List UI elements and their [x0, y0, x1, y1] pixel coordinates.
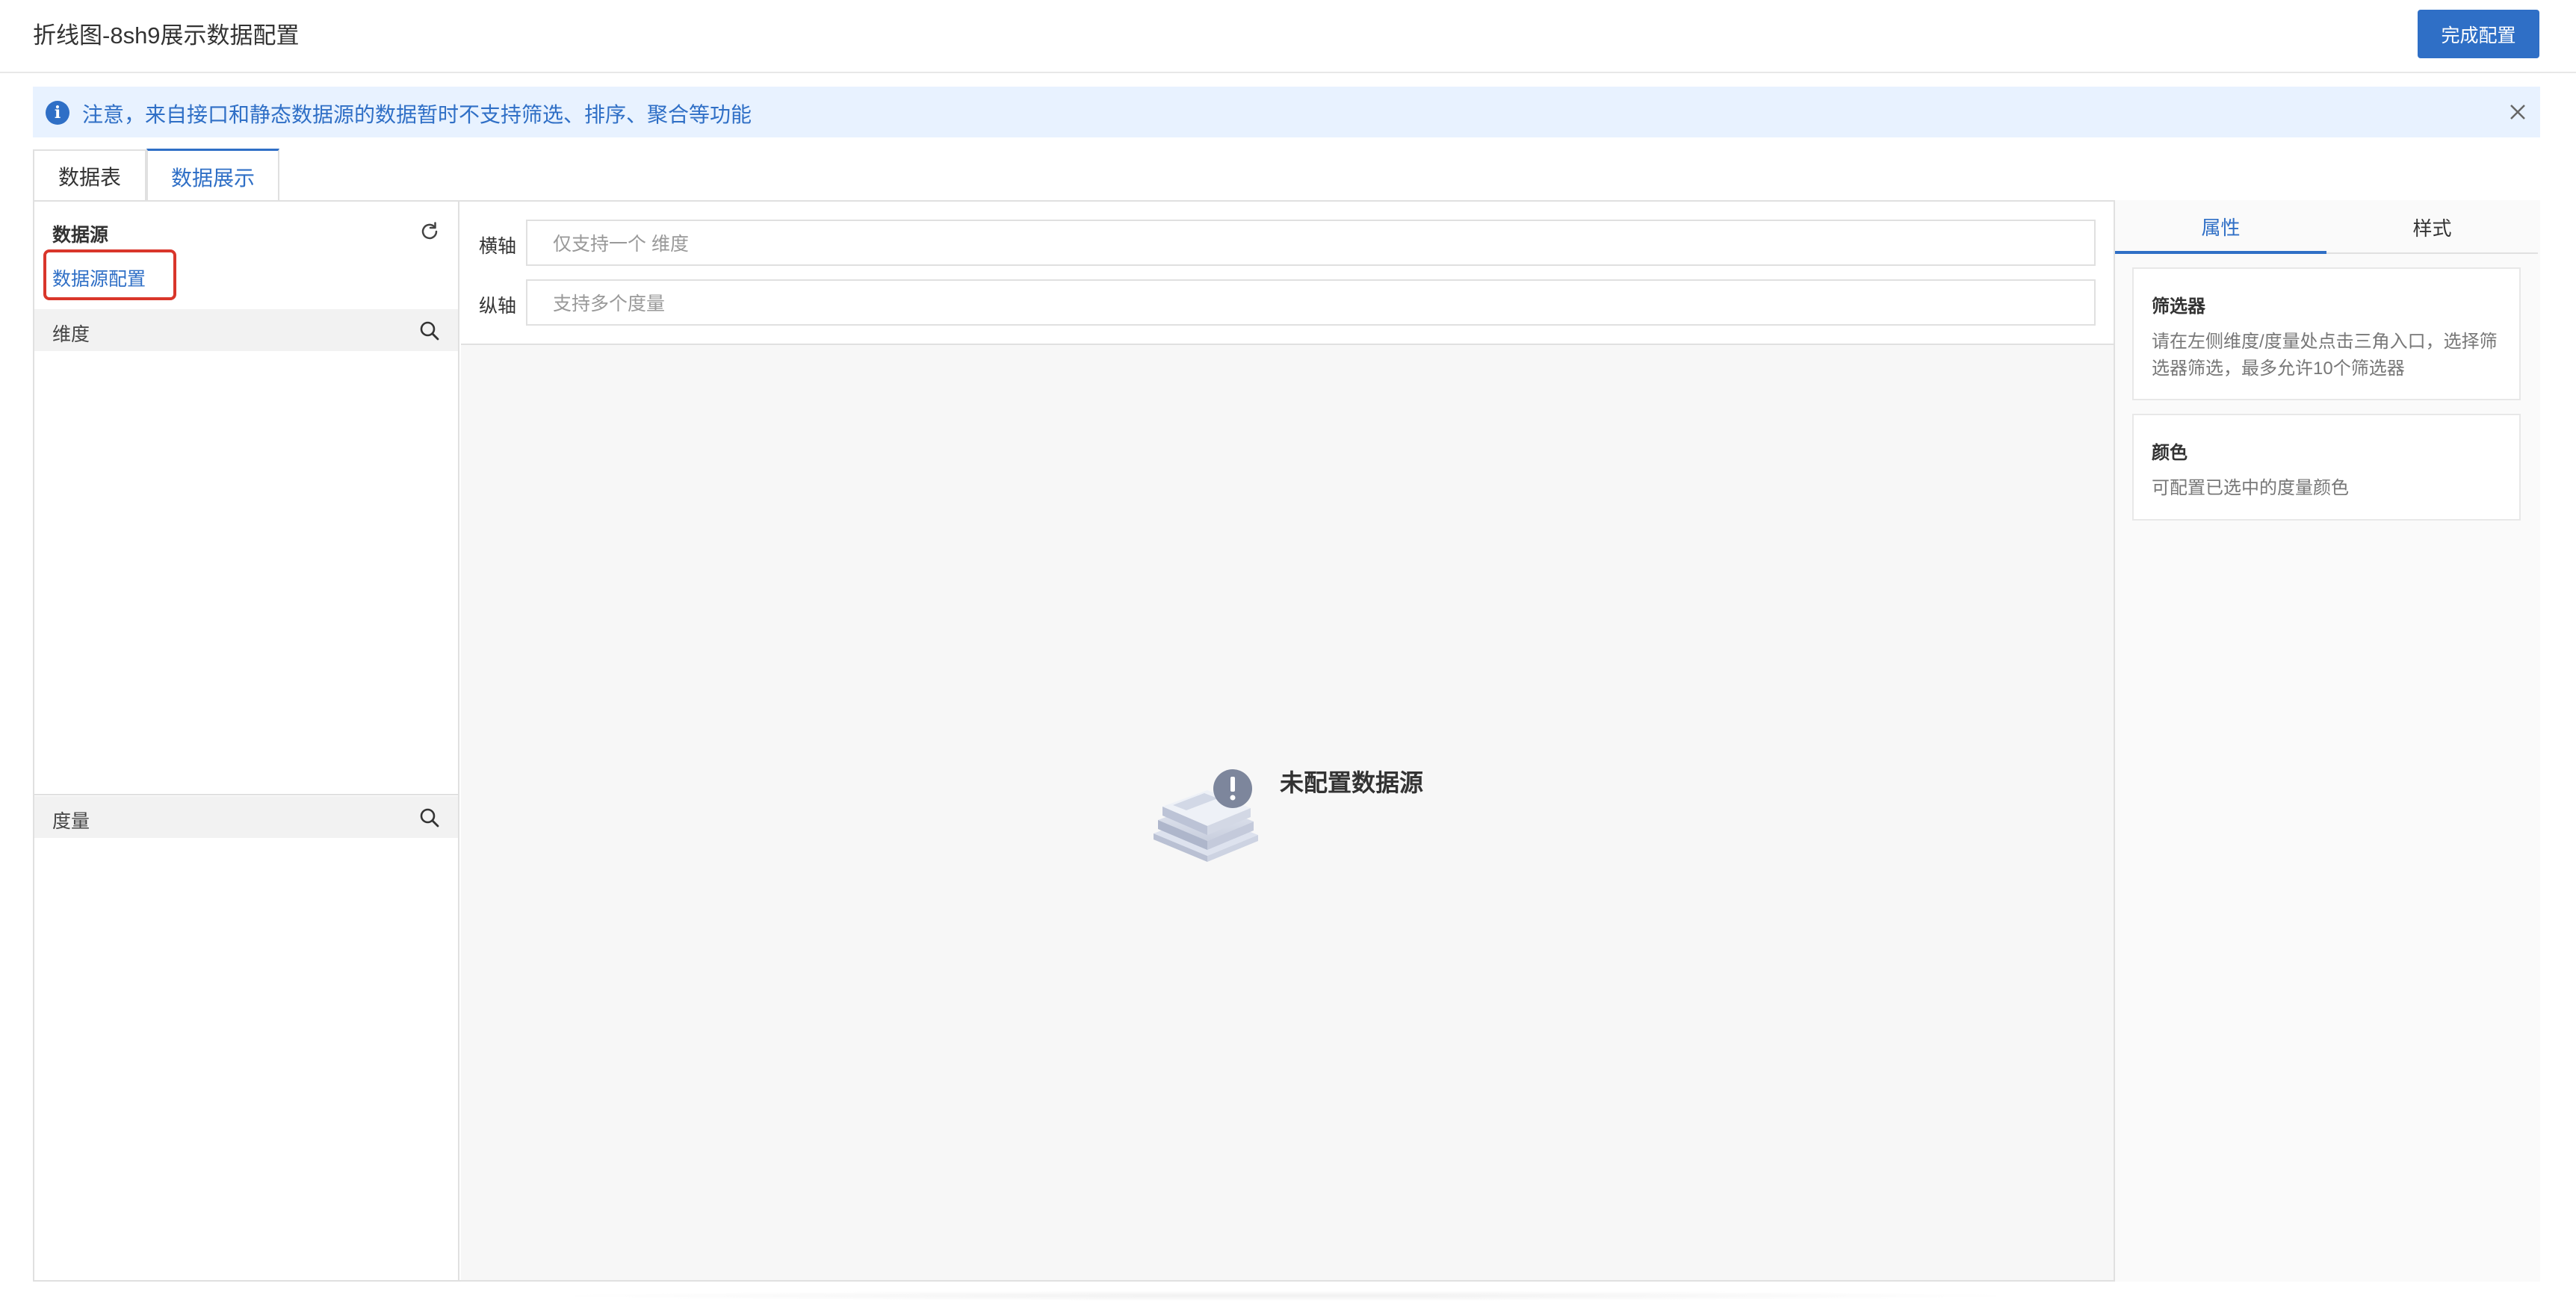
bottom-shadow: [538, 1291, 2032, 1301]
page-header: [0, 0, 2576, 73]
measure-label: 度量: [52, 811, 90, 832]
tab-data-table[interactable]: 数据表: [33, 149, 146, 202]
page-title: 折线图-8sh9展示数据配置: [33, 22, 300, 49]
highlight-box: [43, 249, 176, 300]
y-axis-dropzone[interactable]: 支持多个度量: [526, 279, 2096, 326]
datasource-title: 数据源: [52, 225, 109, 246]
color-description: 可配置已选中的度量颜色: [2152, 478, 2349, 498]
x-axis-label: 横轴: [479, 236, 517, 257]
left-divider: [34, 794, 458, 795]
info-icon: i: [46, 101, 69, 125]
measure-header: [34, 796, 458, 838]
color-title: 颜色: [2152, 443, 2188, 463]
notice-text: 注意，来自接口和静态数据源的数据暂时不支持筛选、排序、聚合等功能: [82, 103, 752, 126]
close-icon[interactable]: [2506, 100, 2530, 124]
dimension-label: 维度: [52, 324, 90, 345]
search-icon[interactable]: [418, 320, 441, 342]
y-axis-label: 纵轴: [479, 296, 517, 317]
color-card: [2132, 414, 2521, 521]
empty-datasource-icon: [1154, 769, 1258, 862]
filter-title: 筛选器: [2152, 296, 2205, 317]
empty-state-text: 未配置数据源: [1280, 769, 1424, 796]
dimension-header: [34, 309, 458, 351]
refresh-icon[interactable]: [418, 220, 441, 243]
filter-description: 请在左侧维度/度量处点击三角入口，选择筛选器筛选，最多允许10个筛选器: [2152, 332, 2498, 379]
tab-data-display[interactable]: 数据展示: [146, 149, 279, 202]
tab-properties[interactable]: 属性: [2115, 202, 2326, 254]
x-axis-dropzone[interactable]: 仅支持一个 维度: [526, 220, 2096, 266]
chart-canvas: [461, 345, 2114, 1280]
finish-config-button[interactable]: 完成配置: [2418, 10, 2539, 58]
left-panel: [33, 200, 459, 1282]
search-icon[interactable]: [418, 807, 441, 829]
tab-style[interactable]: 样式: [2326, 202, 2538, 254]
